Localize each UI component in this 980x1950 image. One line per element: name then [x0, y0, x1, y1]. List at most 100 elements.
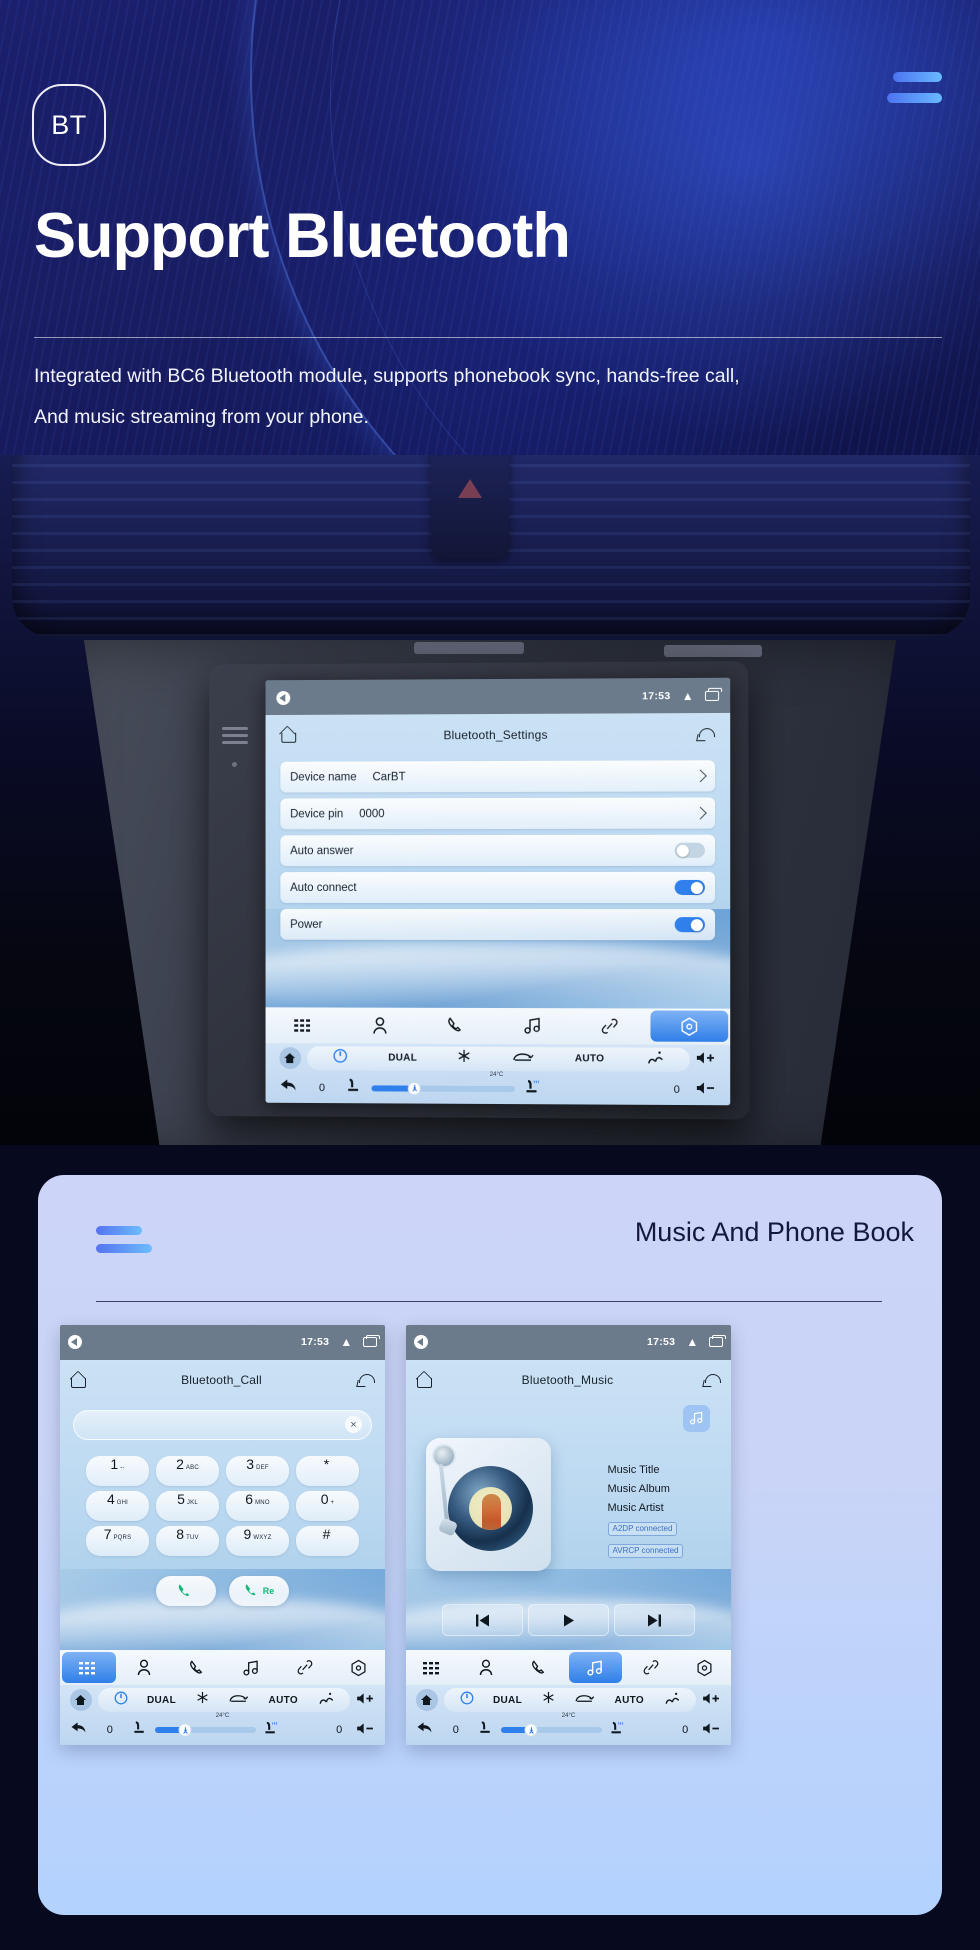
volume-up-icon[interactable]: [696, 1051, 716, 1068]
clear-icon[interactable]: ×: [345, 1416, 362, 1433]
dial-key[interactable]: 8 TUV: [156, 1526, 219, 1556]
music-note-icon[interactable]: [683, 1405, 710, 1432]
power-icon[interactable]: [114, 1691, 128, 1710]
seat-heater-icon[interactable]: [610, 1721, 626, 1740]
snowflake-icon[interactable]: [458, 1049, 472, 1068]
seat-heater-icon[interactable]: [525, 1079, 542, 1099]
recirculation-icon[interactable]: [574, 1691, 595, 1709]
fan-speed-slider[interactable]: [155, 1727, 256, 1733]
contacts-button[interactable]: [118, 1650, 172, 1686]
dual-label[interactable]: DUAL: [388, 1053, 417, 1064]
fan-speed-slider[interactable]: [501, 1727, 602, 1733]
recents-icon[interactable]: [709, 1337, 723, 1347]
volume-down-icon[interactable]: [696, 1081, 716, 1098]
dial-key[interactable]: 9 WXYZ: [226, 1526, 289, 1556]
home-button[interactable]: [416, 1689, 438, 1711]
status-back-icon[interactable]: [68, 1335, 82, 1349]
volume-down-icon[interactable]: [356, 1722, 375, 1738]
link-button[interactable]: [571, 1008, 648, 1044]
back-arrow-icon[interactable]: [279, 1078, 297, 1097]
setting-row-power[interactable]: Power: [280, 909, 715, 940]
back-icon[interactable]: [703, 1373, 721, 1387]
settings-button[interactable]: [332, 1650, 386, 1686]
menu-bars-icon[interactable]: [882, 72, 942, 103]
recents-icon[interactable]: [705, 690, 719, 700]
contacts-button[interactable]: [342, 1007, 418, 1043]
recents-icon[interactable]: [363, 1337, 377, 1347]
dial-key[interactable]: 3 DEF: [226, 1456, 289, 1486]
chevron-up-icon[interactable]: ▲: [686, 1336, 698, 1348]
apps-button[interactable]: [62, 1652, 116, 1683]
contacts-button[interactable]: [460, 1650, 514, 1686]
head-unit-screen[interactable]: 17:53 ▲ Bluetooth_Settings Device name C…: [266, 678, 731, 1106]
chevron-up-icon[interactable]: ▲: [340, 1336, 352, 1348]
call-button[interactable]: [156, 1576, 216, 1606]
snowflake-icon[interactable]: [196, 1691, 209, 1709]
home-icon[interactable]: [416, 1373, 432, 1388]
music-button[interactable]: [494, 1008, 571, 1044]
next-button[interactable]: [614, 1604, 695, 1636]
setting-row-device-name[interactable]: Device name CarBT: [280, 760, 715, 792]
dial-key[interactable]: *: [296, 1456, 359, 1486]
back-arrow-icon[interactable]: [70, 1721, 87, 1739]
home-icon[interactable]: [70, 1373, 86, 1388]
music-button[interactable]: [569, 1652, 623, 1683]
dial-key[interactable]: #: [296, 1526, 359, 1556]
chevron-up-icon[interactable]: ▲: [682, 690, 694, 702]
apps-button[interactable]: [406, 1650, 460, 1686]
call-screen-preview[interactable]: 17:53 ▲ Bluetooth_Call × 1 -- 2 ABC 3 DEF *…: [60, 1325, 385, 1745]
music-screen-preview[interactable]: 17:53 ▲ Bluetooth_Music Music Title Musi…: [406, 1325, 731, 1745]
seat-heater-icon[interactable]: [264, 1721, 280, 1740]
music-button[interactable]: [225, 1650, 279, 1686]
snowflake-icon[interactable]: [542, 1691, 555, 1709]
auto-label[interactable]: AUTO: [615, 1695, 644, 1706]
defrost-icon[interactable]: [645, 1050, 663, 1068]
status-back-icon[interactable]: [277, 691, 291, 705]
link-button[interactable]: [278, 1650, 332, 1686]
auto-answer-toggle[interactable]: [675, 843, 705, 858]
power-toggle[interactable]: [675, 917, 705, 932]
dial-key[interactable]: 0 +: [296, 1491, 359, 1521]
home-button[interactable]: [279, 1047, 301, 1069]
back-arrow-icon[interactable]: [416, 1721, 433, 1739]
seat-icon[interactable]: [479, 1721, 493, 1740]
power-icon[interactable]: [333, 1048, 348, 1068]
apps-button[interactable]: [266, 1007, 342, 1043]
dial-key[interactable]: 1 --: [86, 1456, 149, 1486]
dual-label[interactable]: DUAL: [493, 1695, 522, 1706]
setting-row-auto-connect[interactable]: Auto connect: [280, 872, 715, 903]
setting-row-device-pin[interactable]: Device pin 0000: [280, 798, 715, 830]
dual-label[interactable]: DUAL: [147, 1695, 176, 1706]
redial-button[interactable]: Re: [229, 1576, 289, 1606]
dial-key[interactable]: 2 ABC: [156, 1456, 219, 1486]
status-back-icon[interactable]: [414, 1335, 428, 1349]
power-icon[interactable]: [460, 1691, 474, 1710]
phone-number-input[interactable]: ×: [73, 1410, 372, 1440]
dial-key[interactable]: 5 JKL: [156, 1491, 219, 1521]
link-button[interactable]: [624, 1650, 678, 1686]
seat-icon[interactable]: [347, 1078, 362, 1098]
fan-speed-slider[interactable]: [372, 1085, 516, 1092]
recirculation-icon[interactable]: [228, 1691, 249, 1709]
phone-button[interactable]: [513, 1650, 567, 1686]
previous-button[interactable]: [442, 1604, 523, 1636]
settings-button[interactable]: [678, 1650, 732, 1686]
settings-button[interactable]: [651, 1010, 729, 1042]
home-button[interactable]: [70, 1689, 92, 1711]
volume-down-icon[interactable]: [702, 1722, 721, 1738]
dial-key[interactable]: 4 GHI: [86, 1491, 149, 1521]
play-button[interactable]: [528, 1604, 609, 1636]
auto-connect-toggle[interactable]: [675, 880, 705, 895]
auto-label[interactable]: AUTO: [269, 1695, 298, 1706]
back-icon[interactable]: [357, 1373, 375, 1387]
phone-button[interactable]: [418, 1007, 495, 1043]
volume-up-icon[interactable]: [702, 1692, 721, 1708]
defrost-icon[interactable]: [663, 1691, 680, 1709]
home-icon[interactable]: [280, 728, 296, 743]
volume-up-icon[interactable]: [356, 1692, 375, 1708]
dial-key[interactable]: 7 PQRS: [86, 1526, 149, 1556]
back-icon[interactable]: [697, 727, 715, 741]
recirculation-icon[interactable]: [512, 1050, 534, 1068]
phone-button[interactable]: [171, 1650, 225, 1686]
seat-icon[interactable]: [133, 1721, 147, 1740]
